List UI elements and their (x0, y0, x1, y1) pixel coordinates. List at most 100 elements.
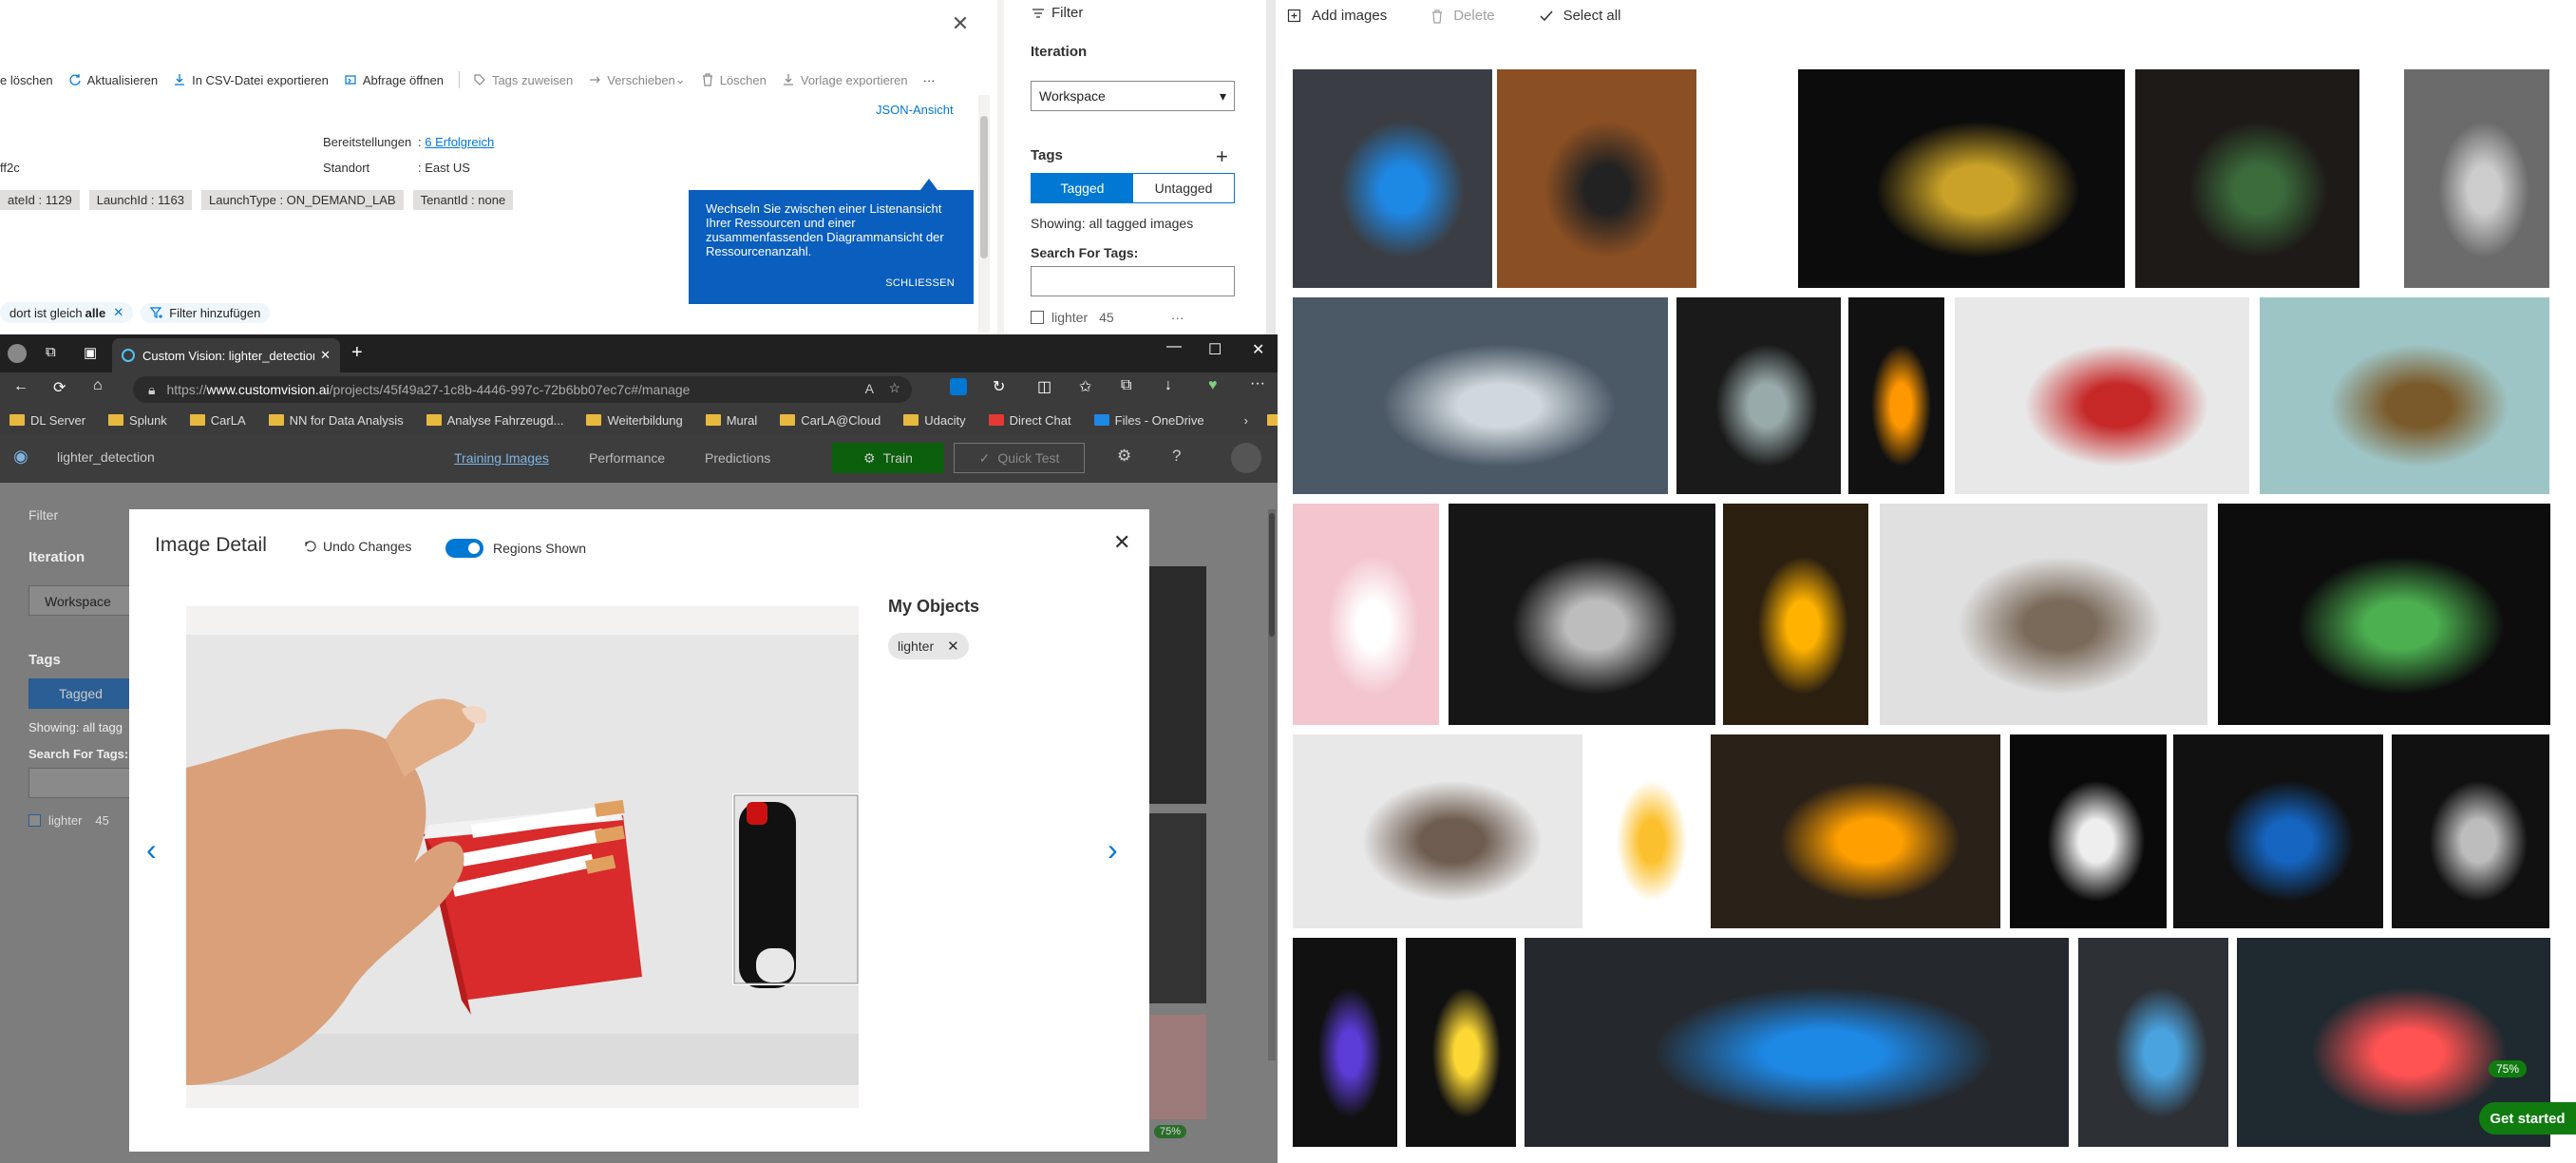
deployments-link[interactable]: 6 Erfolgreich (425, 135, 494, 149)
image-thumbnail[interactable] (2260, 297, 2549, 494)
image-thumbnail[interactable] (2404, 69, 2549, 288)
next-image-button[interactable]: › (1108, 832, 1118, 867)
tab-performance[interactable]: Performance (589, 450, 665, 466)
image-thumbnail[interactable] (1525, 938, 2069, 1147)
image-thumbnail[interactable] (1848, 297, 1944, 494)
tag-checkbox[interactable] (28, 814, 41, 827)
image-thumbnail[interactable] (2135, 69, 2359, 288)
tab-predictions[interactable]: Predictions (705, 450, 770, 466)
toolbar-item-7[interactable]: Vorlage exportieren (782, 73, 908, 87)
favorite-item[interactable]: Udacity (903, 413, 966, 428)
resource-tag[interactable]: ateId : 1129 (0, 190, 80, 210)
tag-filter-row[interactable]: lighter 45 (28, 813, 109, 828)
collections-icon[interactable]: ⧉ (1121, 377, 1131, 394)
refresh-icon[interactable]: ⟳ (53, 378, 66, 397)
outlook-icon[interactable] (950, 378, 967, 395)
select-all-button[interactable]: Select all (1539, 8, 1620, 24)
favorite-star-icon[interactable]: ☆ (888, 380, 900, 396)
favorite-item[interactable]: Splunk (108, 413, 167, 428)
image-thumbnail[interactable] (1293, 504, 1439, 725)
minimize-icon[interactable]: — (1166, 338, 1182, 355)
avatar[interactable] (8, 344, 27, 363)
tab-actions-icon[interactable]: ▣ (84, 344, 97, 361)
window-close-icon[interactable]: ✕ (1252, 340, 1264, 359)
image-thumbnail[interactable] (1293, 938, 1397, 1147)
close-icon[interactable]: ✕ (113, 305, 123, 320)
tab-training-images[interactable]: Training Images (454, 450, 549, 466)
new-tab-icon[interactable]: + (351, 342, 363, 364)
search-tags-input[interactable] (1031, 266, 1235, 296)
image-thumbnail[interactable] (1293, 734, 1582, 928)
image-thumbnail[interactable] (1955, 297, 2249, 494)
toolbar-item-2[interactable]: In CSV-Datei exportieren (173, 73, 329, 87)
image-thumbnail[interactable] (2078, 938, 2228, 1147)
delete-button[interactable]: Delete (1430, 8, 1495, 24)
resource-tag[interactable]: LaunchType : ON_DEMAND_LAB (201, 190, 404, 210)
object-tag-chip[interactable]: lighter ✕ (888, 633, 969, 659)
filter-toggle[interactable]: Filter (28, 507, 58, 523)
resource-tag[interactable]: LaunchId : 1163 (88, 190, 193, 210)
train-button[interactable]: ⚙ Train (832, 443, 944, 473)
toolbar-item-8[interactable]: ··· (923, 73, 936, 87)
favorite-item[interactable]: CarLA (189, 413, 246, 428)
previous-image-button[interactable]: ‹ (146, 832, 157, 867)
tagged-button[interactable]: Tagged (1032, 174, 1133, 202)
image-thumbnail[interactable] (2173, 734, 2383, 928)
read-aloud-icon[interactable]: A (865, 381, 874, 396)
favorite-item[interactable]: DL Server (9, 413, 85, 428)
close-icon[interactable]: ✕ (950, 13, 971, 34)
home-icon[interactable]: ⌂ (93, 377, 103, 394)
resource-tag[interactable]: TenantId : none (412, 190, 514, 210)
split-screen-icon[interactable]: ◫ (1037, 377, 1051, 396)
search-tags-input[interactable] (28, 768, 133, 798)
add-images-button[interactable]: Add images (1287, 8, 1387, 24)
tag-checkbox[interactable] (1031, 311, 1044, 324)
toolbar-item-5[interactable]: Verschieben ⌄ (588, 72, 686, 87)
undo-changes-button[interactable]: Undo Changes (304, 539, 411, 554)
toggle-switch[interactable] (445, 539, 483, 558)
json-view-link[interactable]: JSON-Ansicht (876, 103, 954, 117)
favorite-item[interactable]: Mural (705, 413, 757, 428)
close-icon[interactable]: ✕ (320, 348, 331, 363)
scrollbar[interactable] (978, 95, 990, 333)
favorite-item[interactable]: Files - OneDrive (1093, 413, 1204, 428)
iteration-select[interactable]: Workspace (28, 585, 133, 616)
toolbar-item-6[interactable]: Löschen (701, 73, 767, 87)
add-tag-icon[interactable]: + (1216, 144, 1228, 169)
image-thumbnail[interactable] (1406, 938, 1516, 1147)
untagged-button[interactable]: Untagged (1133, 174, 1234, 202)
tagged-button[interactable]: Tagged (28, 678, 133, 709)
image-thumbnail[interactable] (2010, 734, 2167, 928)
image-thumbnail[interactable] (1880, 504, 2207, 725)
callout-close-button[interactable]: SCHLIESSEN (885, 276, 955, 291)
favorite-item[interactable]: Analyse Fahrzeugd... (426, 413, 563, 428)
maximize-icon[interactable]: ☐ (1208, 340, 1222, 359)
avatar[interactable] (1231, 443, 1261, 473)
more-icon[interactable]: ··· (1250, 375, 1265, 392)
downloads-icon[interactable]: ↓ (1165, 377, 1172, 394)
workspaces-icon[interactable]: ⧉ (46, 344, 56, 360)
remove-tag-icon[interactable]: ✕ (947, 638, 959, 655)
image-thumbnail[interactable] (1711, 734, 2000, 928)
more-favorites[interactable]: Weitere Favoriten (1266, 413, 1278, 428)
settings-icon[interactable]: ⚙ (1117, 447, 1131, 466)
image-thumbnail[interactable] (2218, 504, 2550, 725)
quick-test-button[interactable]: ✓ Quick Test (954, 443, 1085, 473)
image-thumbnail[interactable] (1293, 297, 1668, 494)
favorite-item[interactable]: CarLA@Cloud (780, 413, 881, 428)
image-thumbnail[interactable] (1798, 69, 2125, 288)
favorite-item[interactable]: NN for Data Analysis (268, 413, 404, 428)
favorite-item[interactable]: Weiterbildung (586, 413, 683, 428)
regions-shown-toggle[interactable]: Regions Shown (445, 539, 586, 558)
sync-icon[interactable]: ↻ (993, 377, 1005, 396)
heartbeat-icon[interactable]: ♥ (1208, 377, 1218, 394)
image-thumbnail[interactable] (1497, 69, 1696, 288)
toolbar-item-1[interactable]: Aktualisieren (68, 73, 158, 87)
close-icon[interactable]: ✕ (1113, 530, 1130, 555)
back-icon[interactable]: ← (13, 378, 28, 395)
image-thumbnail[interactable] (1449, 504, 1715, 725)
help-icon[interactable]: ? (1172, 447, 1181, 466)
add-filter-button[interactable]: Filter hinzufügen (141, 302, 271, 323)
toolbar-item-0[interactable]: e löschen (0, 73, 53, 87)
filter-toggle[interactable]: Filter (1031, 5, 1083, 21)
